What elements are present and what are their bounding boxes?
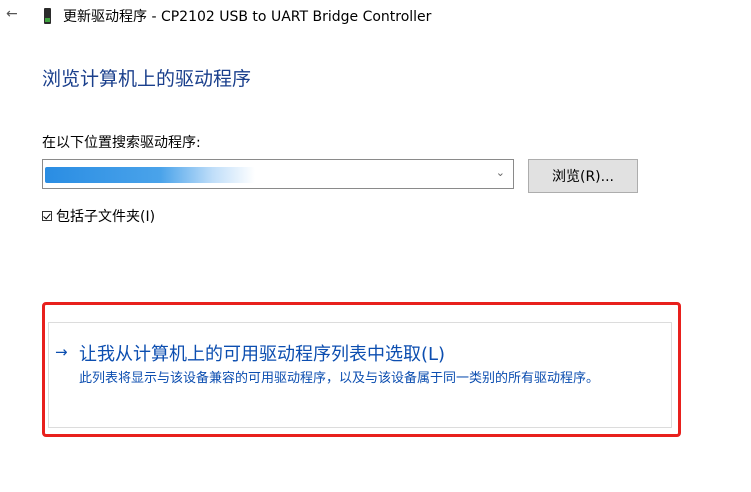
pick-from-list-description: 此列表将显示与该设备兼容的可用驱动程序，以及与该设备属于同一类别的所有驱动程序。 bbox=[79, 371, 600, 386]
include-subfolders-row[interactable]: 包括子文件夹(I) bbox=[42, 206, 155, 226]
chevron-down-icon[interactable]: ⌄ bbox=[496, 166, 505, 179]
page-heading: 浏览计算机上的驱动程序 bbox=[42, 68, 252, 90]
device-icon bbox=[44, 8, 51, 24]
include-subfolders-label[interactable]: 包括子文件夹(I) bbox=[56, 206, 155, 226]
search-location-label: 在以下位置搜索驱动程序: bbox=[42, 135, 201, 151]
driver-path-combobox[interactable]: ⌄ bbox=[42, 159, 514, 189]
include-subfolders-checkbox[interactable] bbox=[42, 211, 52, 221]
window-title-bar: 更新驱动程序 - CP2102 USB to UART Bridge Contr… bbox=[44, 6, 431, 26]
pick-from-list-option[interactable]: → 让我从计算机上的可用驱动程序列表中选取(L) 此列表将显示与该设备兼容的可用… bbox=[48, 322, 672, 428]
arrow-right-icon: → bbox=[55, 343, 68, 361]
redacted-path-overlay bbox=[45, 167, 255, 183]
pick-from-list-title[interactable]: 让我从计算机上的可用驱动程序列表中选取(L) bbox=[79, 340, 445, 366]
back-arrow-icon[interactable]: ← bbox=[6, 6, 18, 22]
browse-button[interactable]: 浏览(R)... bbox=[528, 159, 638, 193]
window-title: 更新驱动程序 - CP2102 USB to UART Bridge Contr… bbox=[63, 9, 432, 25]
